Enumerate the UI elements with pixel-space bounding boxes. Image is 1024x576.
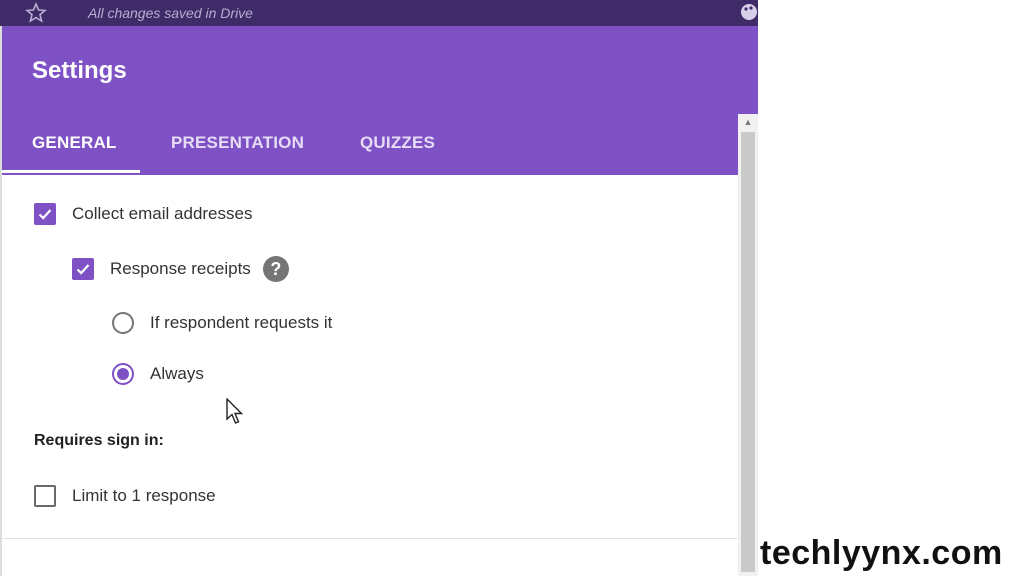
limit-response-label: Limit to 1 response [72,486,216,505]
receipt-option-request[interactable]: If respondent requests it [112,312,332,334]
radio-always-label: Always [150,364,204,383]
limit-response-row[interactable]: Limit to 1 response [34,485,216,507]
radio-always[interactable] [112,363,134,385]
divider [2,538,738,539]
tab-presentation[interactable]: PRESENTATION [171,133,304,153]
response-receipts-label: Response receipts [110,259,251,278]
star-icon[interactable] [24,1,48,25]
checkmark-icon [76,264,90,275]
tab-general[interactable]: GENERAL [32,133,117,153]
watermark-text: techlyynx.com [760,534,1003,572]
radio-if-requested-label: If respondent requests it [150,313,333,332]
collect-email-row[interactable]: Collect email addresses [34,203,252,225]
top-bar: All changes saved in Drive [0,0,758,26]
palette-icon[interactable] [739,2,759,22]
dialog-header: Settings GENERAL PRESENTATION QUIZZES [2,26,758,175]
collect-email-label: Collect email addresses [72,204,253,223]
dialog-title: Settings [32,57,127,84]
mouse-pointer-icon [226,398,244,424]
scrollbar-thumb[interactable] [741,132,755,572]
response-receipts-row[interactable]: Response receipts ? [72,256,289,282]
collect-email-checkbox[interactable] [34,203,56,225]
radio-selected-dot [117,368,129,380]
checkmark-icon [38,209,52,220]
settings-dialog: Settings GENERAL PRESENTATION QUIZZES ▲ … [0,26,758,576]
radio-if-requested[interactable] [112,312,134,334]
save-status-text: All changes saved in Drive [88,5,253,21]
active-tab-indicator [2,170,140,173]
scrollbar[interactable]: ▲ [738,114,758,576]
tab-quizzes[interactable]: QUIZZES [360,133,435,153]
limit-response-checkbox[interactable] [34,485,56,507]
requires-sign-in-heading: Requires sign in: [34,432,164,449]
response-receipts-checkbox[interactable] [72,258,94,280]
scroll-up-arrow-icon[interactable]: ▲ [738,114,758,130]
help-icon[interactable]: ? [262,256,289,282]
receipt-option-always[interactable]: Always [112,363,204,385]
